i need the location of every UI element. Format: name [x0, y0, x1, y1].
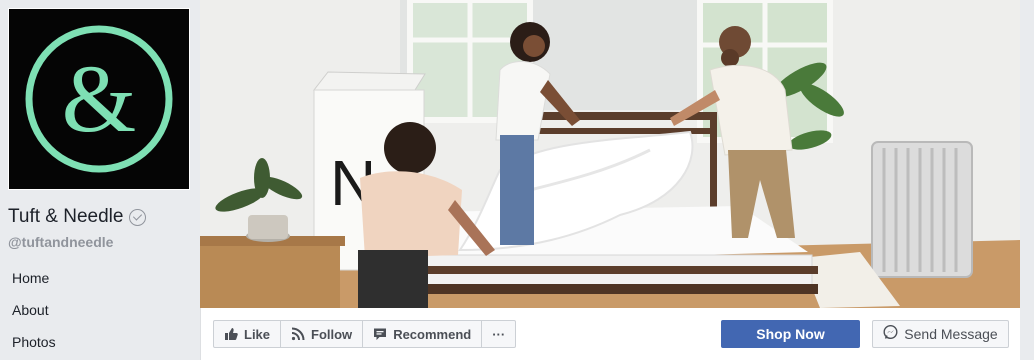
send-message-label: Send Message [904, 326, 998, 342]
verified-check-icon [129, 208, 147, 226]
thumbs-up-icon [224, 327, 238, 341]
follow-button[interactable]: Follow [280, 320, 364, 348]
like-button[interactable]: Like [213, 320, 282, 348]
page-button-group: Like Follow Recommend ··· [213, 320, 517, 348]
page-name-row: Tuft & Needle [8, 206, 147, 228]
more-dots-icon: ··· [492, 326, 506, 342]
messenger-icon [883, 324, 898, 343]
left-column: & Tuft & Needle @tuftandneedle Home Abou… [0, 0, 200, 360]
brand-logo: & [9, 9, 189, 189]
cover-photo[interactable]: N [200, 0, 1020, 308]
page-action-bar: Like Follow Recommend ··· Shop Now Send … [200, 308, 1020, 360]
speech-bubble-icon [373, 327, 387, 341]
rss-icon [291, 327, 305, 341]
more-options-button[interactable]: ··· [481, 320, 517, 348]
nav-item-photos[interactable]: Photos [0, 326, 200, 358]
follow-label: Follow [311, 326, 353, 342]
nav-item-home[interactable]: Home [0, 262, 200, 294]
page-handle[interactable]: @tuftandneedle [8, 234, 113, 250]
page-title[interactable]: Tuft & Needle [8, 206, 123, 228]
nav-item-about[interactable]: About [0, 294, 200, 326]
recommend-label: Recommend [393, 326, 472, 342]
send-message-button[interactable]: Send Message [872, 320, 1009, 348]
right-gutter [1020, 0, 1034, 360]
page-nav: Home About Photos [0, 262, 200, 358]
like-label: Like [244, 326, 271, 342]
recommend-button[interactable]: Recommend [362, 320, 483, 348]
profile-picture[interactable]: & [8, 8, 190, 190]
svg-text:&: & [62, 45, 137, 152]
shop-now-button[interactable]: Shop Now [721, 320, 860, 348]
